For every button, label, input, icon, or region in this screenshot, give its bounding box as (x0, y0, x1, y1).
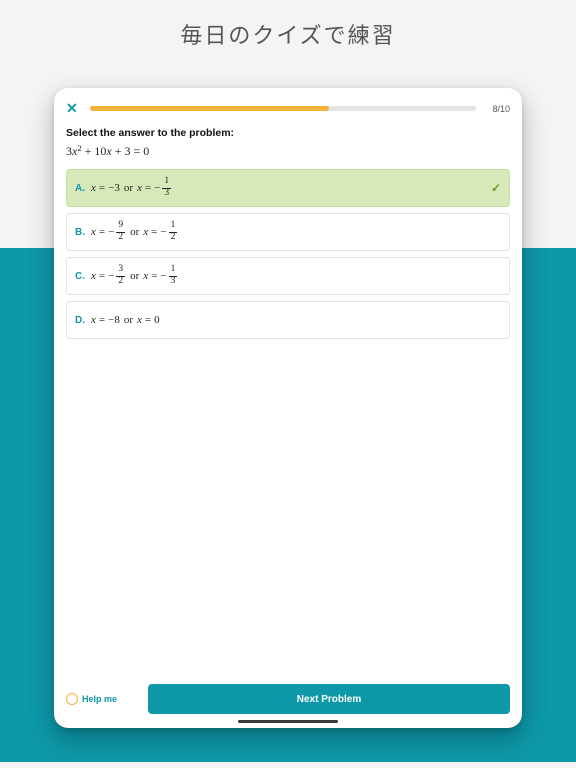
answer-option[interactable]: A.x=−3orx=−13 ✓ (66, 169, 510, 207)
option-letter: A. (75, 183, 91, 194)
device-frame: ✕ 8/10 Select the answer to the problem:… (54, 88, 522, 728)
options-list: A.x=−3orx=−13 ✓ B.x=−92orx=−12 C.x=−32orx=−… (66, 169, 510, 339)
answer-option[interactable]: D.x=−8orx=0 (66, 301, 510, 339)
progress-fill (90, 106, 329, 111)
option-letter: B. (75, 227, 91, 238)
progress-label: 8/10 (486, 104, 510, 114)
option-expression: x=−3orx=−13 (91, 177, 172, 199)
top-bar: ✕ 8/10 (54, 88, 522, 121)
option-expression: x=−8orx=0 (91, 314, 160, 326)
option-expression: x=−32orx=−13 (91, 265, 178, 287)
next-problem-button[interactable]: Next Problem (148, 684, 510, 714)
page-heading: 毎日のクイズで練習 (0, 18, 576, 50)
bottom-bar: Help me Next Problem (54, 676, 522, 720)
home-indicator (238, 720, 338, 723)
progress-bar (90, 106, 476, 111)
question-equation: 3x2 + 10x + 3 = 0 (66, 143, 510, 159)
answer-option[interactable]: C.x=−32orx=−13 (66, 257, 510, 295)
check-icon: ✓ (491, 181, 501, 195)
question-prompt: Select the answer to the problem: (66, 127, 510, 139)
help-button[interactable]: Help me (66, 693, 136, 705)
lightbulb-icon (66, 693, 78, 705)
close-icon[interactable]: ✕ (66, 100, 80, 117)
option-expression: x=−92orx=−12 (91, 221, 178, 243)
quiz-content: Select the answer to the problem: 3x2 + … (54, 121, 522, 676)
stage: ✕ 8/10 Select the answer to the problem:… (0, 58, 576, 762)
option-letter: C. (75, 271, 91, 282)
help-label: Help me (82, 694, 117, 704)
option-letter: D. (75, 315, 91, 326)
answer-option[interactable]: B.x=−92orx=−12 (66, 213, 510, 251)
